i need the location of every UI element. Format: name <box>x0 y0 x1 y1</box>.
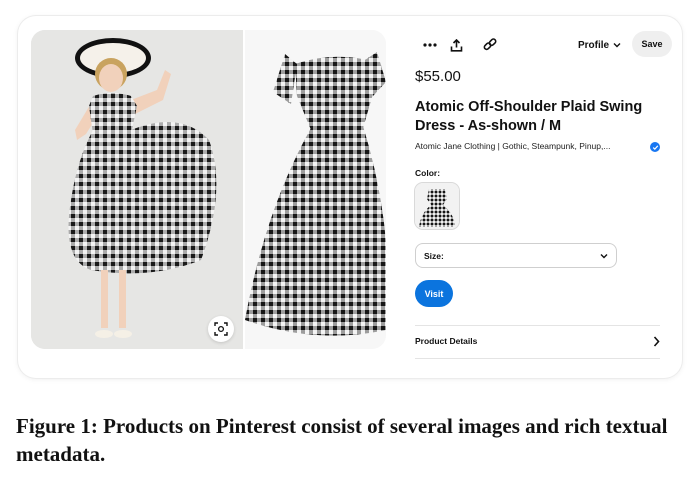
color-swatch[interactable] <box>415 183 459 229</box>
link-icon <box>483 38 497 51</box>
chevron-down-icon <box>613 43 621 48</box>
save-button[interactable]: Save <box>632 31 672 57</box>
divider <box>415 325 660 326</box>
chevron-right-icon <box>653 335 660 347</box>
product-image-dress[interactable] <box>245 30 386 349</box>
share-icon <box>450 38 462 52</box>
figure-caption: Figure 1: Products on Pinterest consist … <box>16 414 668 466</box>
verified-badge-icon <box>650 142 660 152</box>
size-label: Size: <box>424 250 444 261</box>
profile-dropdown[interactable]: Profile <box>578 34 621 56</box>
product-details-row[interactable]: Product Details <box>415 331 660 351</box>
product-image-model[interactable] <box>31 30 243 349</box>
profile-label: Profile <box>578 39 610 51</box>
product-price: $55.00 <box>415 68 461 85</box>
visit-button[interactable]: Visit <box>415 280 453 307</box>
more-options-button[interactable] <box>418 34 442 56</box>
share-button[interactable] <box>444 34 468 56</box>
size-select[interactable]: Size: <box>415 243 617 268</box>
copy-link-button[interactable] <box>478 34 502 56</box>
divider <box>415 358 660 359</box>
product-details-label: Product Details <box>415 336 478 346</box>
chevron-down-icon <box>600 253 608 258</box>
more-icon <box>423 43 437 47</box>
color-label: Color: <box>415 168 441 178</box>
merchant-link[interactable]: Atomic Jane Clothing | Gothic, Steampunk… <box>415 141 647 151</box>
product-title: Atomic Off-Shoulder Plaid Swing Dress - … <box>415 99 643 134</box>
lens-icon <box>214 322 228 336</box>
visual-search-button[interactable] <box>208 316 234 342</box>
